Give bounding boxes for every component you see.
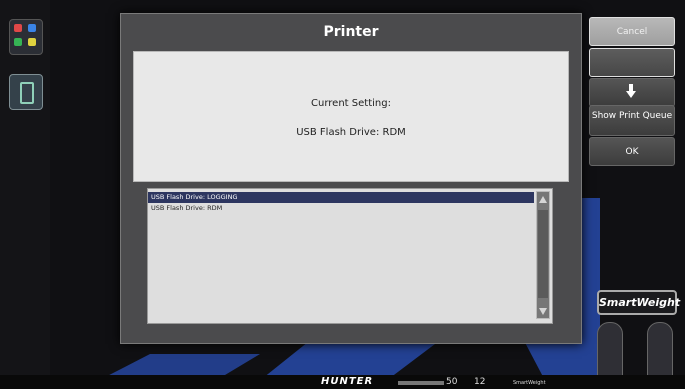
printer-option-logging[interactable]: USB Flash Drive: LOGGING <box>148 192 534 203</box>
left-toolbar <box>0 0 50 389</box>
printer-dialog: Printer Current Setting: USB Flash Drive… <box>120 13 582 344</box>
vertical-scrollbar[interactable] <box>536 191 550 319</box>
smartweight-small-label: SmartWeight <box>513 380 546 386</box>
show-print-queue-button[interactable]: Show Print Queue <box>589 105 675 136</box>
disabled-blank-button <box>589 48 675 77</box>
printer-settings-screen: Printer Current Setting: USB Flash Drive… <box>0 0 685 389</box>
bottom-status-bar: HUNTER 50 12 SmartWeight <box>0 375 685 389</box>
cancel-button[interactable]: Cancel <box>589 17 675 46</box>
current-setting-panel: Current Setting: USB Flash Drive: RDM <box>133 51 569 182</box>
scrollbar-thumb[interactable] <box>538 210 548 298</box>
tire-icon[interactable] <box>9 74 43 110</box>
dialog-title: Printer <box>323 24 379 40</box>
hunter-logo: HUNTER <box>321 376 374 387</box>
arrow-down-icon <box>626 84 636 98</box>
apps-grid-icon[interactable] <box>9 19 43 55</box>
status-value-b: 12 <box>474 377 486 387</box>
smartweight-logo: SmartWeight <box>597 290 680 315</box>
chevron-down-icon[interactable] <box>539 308 547 315</box>
status-gauge <box>398 381 444 385</box>
printer-options-list[interactable]: USB Flash Drive: LOGGING USB Flash Drive… <box>147 188 553 324</box>
chevron-up-icon[interactable] <box>539 196 547 203</box>
status-value-a: 50 <box>446 377 458 387</box>
down-button[interactable] <box>589 78 675 107</box>
current-setting-value: USB Flash Drive: RDM <box>296 127 406 138</box>
right-action-panel: Cancel Show Print Queue OK SmartWeight <box>589 17 685 389</box>
printer-option-rdm[interactable]: USB Flash Drive: RDM <box>148 203 534 214</box>
current-setting-label: Current Setting: <box>311 98 391 109</box>
ok-button[interactable]: OK <box>589 137 675 166</box>
